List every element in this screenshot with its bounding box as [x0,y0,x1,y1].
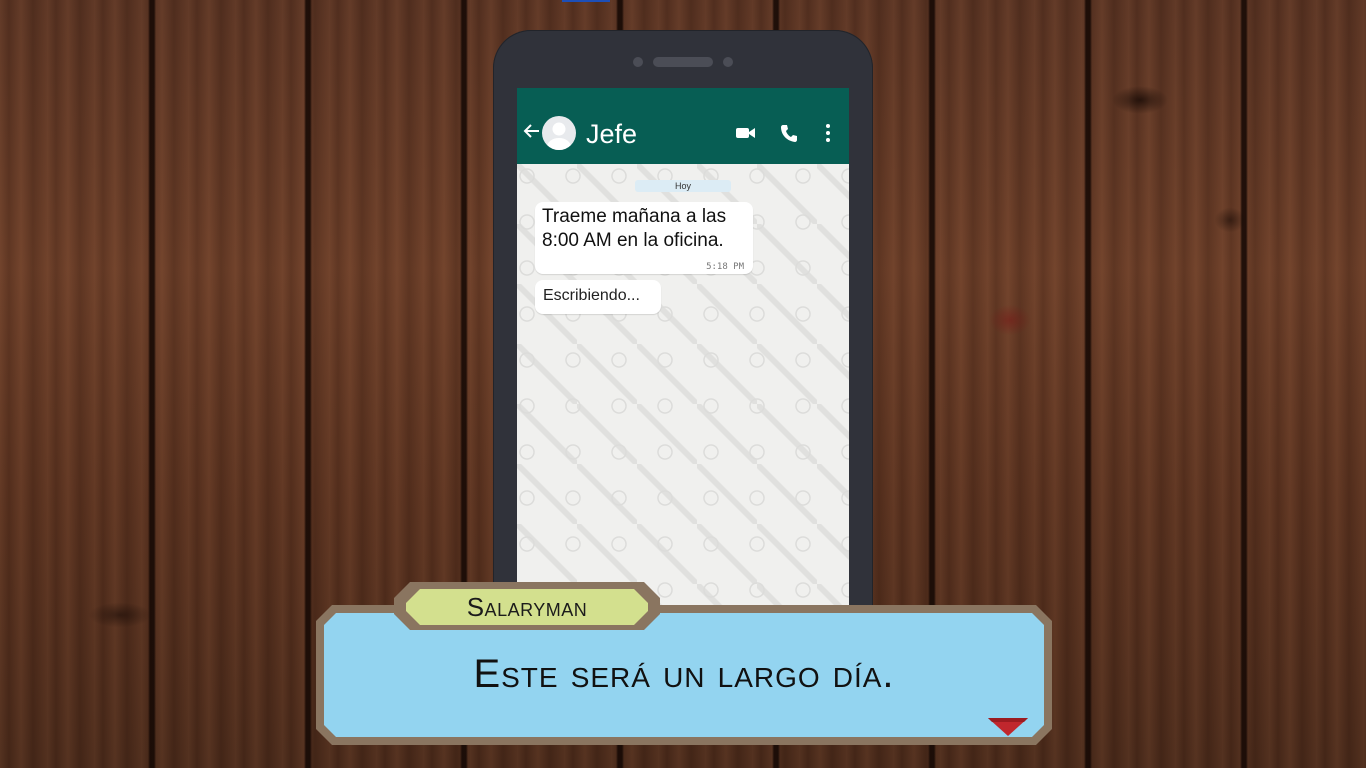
phone-sensor-dot [723,57,733,67]
date-divider: Hoy [635,180,731,192]
phone-camera-dot [633,57,643,67]
phone-speaker [653,57,713,67]
message-time: 5:18 PM [706,262,744,272]
message-text: Traeme mañana a las 8:00 AM en la oficin… [542,206,727,251]
typing-indicator: Escribiendo... [543,287,640,304]
dialogue-text: Este será un largo día. [473,652,895,696]
contact-name[interactable]: Jefe [586,118,637,150]
triangle-down-icon[interactable] [986,716,1030,738]
arrow-left-icon[interactable] [523,122,541,140]
top-edge-marker [562,0,610,2]
more-vert-icon[interactable] [823,123,833,143]
phone-screen: Jefe Hoy Traeme mañana a las 8:00 AM en … [517,88,849,608]
phone-icon[interactable] [779,123,799,143]
chat-header: Jefe [517,88,849,164]
message-bubble[interactable]: Traeme mañana a las 8:00 AM en la oficin… [535,202,753,274]
user-avatar-icon[interactable] [542,116,576,150]
chat-wallpaper: Hoy Traeme mañana a las 8:00 AM en la of… [517,164,849,608]
speaker-name: Salaryman [466,592,588,622]
typing-bubble: Escribiendo... [535,280,661,314]
video-camera-icon[interactable] [735,124,757,142]
